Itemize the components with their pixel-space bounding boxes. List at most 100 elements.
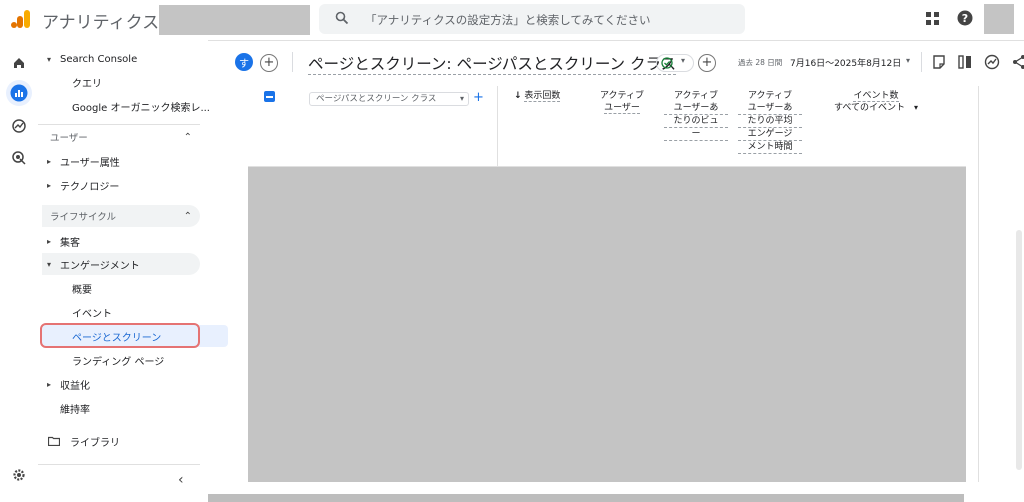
dropdown-caret-icon: ▾ (681, 56, 686, 65)
date-range[interactable]: 7月16日～2025年8月12日 (790, 56, 901, 69)
column-header-label: アクティブ (747, 91, 792, 101)
apps-grid-icon[interactable] (926, 12, 939, 25)
event-filter-value: すべてのイベント (834, 103, 906, 113)
sidebar-item-search-console[interactable]: ▾ Search Console (42, 48, 200, 70)
sidebar-section-lifecycle[interactable]: ライフサイクル ⌃ (42, 205, 200, 227)
select-all-checkbox[interactable] (264, 91, 275, 102)
expand-triangle-icon: ▸ (46, 156, 51, 166)
toolbar-divider (921, 52, 922, 72)
sidebar-divider (38, 124, 200, 125)
settings-gear-icon[interactable] (6, 462, 32, 488)
sidebar-item-google-organic[interactable]: Google オーガニック検索レ... (42, 95, 230, 117)
sidebar-item-label: ユーザー属性 (60, 157, 120, 169)
column-header-active-users[interactable]: アクティブ ユーザー (590, 90, 654, 114)
search-icon (335, 11, 349, 25)
share-icon[interactable] (1011, 54, 1024, 70)
date-dropdown-icon[interactable]: ▾ (906, 56, 910, 65)
check-circle-icon (661, 57, 673, 69)
home-icon[interactable] (6, 50, 32, 76)
svg-text:?: ? (962, 12, 968, 25)
sidebar-item-label: Google オーガニック検索レ... (72, 102, 210, 114)
sidebar-item-monetization[interactable]: ▸ 収益化 (42, 373, 200, 395)
sidebar-item-retention[interactable]: 維持率 (42, 397, 218, 419)
column-header-label: アクティブ (673, 91, 718, 101)
avatar[interactable] (984, 4, 1014, 34)
help-icon[interactable]: ? (957, 10, 973, 26)
sidebar-item-label: テクノロジー (60, 181, 120, 193)
expand-triangle-icon: ▸ (46, 180, 51, 190)
advertising-icon[interactable] (6, 145, 32, 171)
add-dimension-icon[interactable]: + (473, 90, 484, 105)
add-filter-icon[interactable]: + (698, 54, 716, 72)
compare-columns-icon[interactable] (957, 54, 973, 70)
sidebar-section-label: ライフサイクル (50, 212, 117, 223)
comparison-badge[interactable]: す (235, 53, 253, 71)
column-header-label: ー (664, 128, 728, 141)
folder-icon (48, 436, 60, 446)
event-filter-select[interactable]: すべてのイベント ▾ (826, 102, 926, 114)
sidebar-item-label: Search Console (60, 53, 138, 65)
column-header-event-count[interactable]: イベント数 すべてのイベント ▾ (826, 90, 926, 114)
expand-triangle-icon: ▸ (46, 236, 51, 246)
account-selector-redacted[interactable] (159, 5, 310, 35)
search-input[interactable]: 「アナリティクスの設定方法」と検索してみてください (319, 4, 745, 34)
vertical-scrollbar[interactable] (1016, 230, 1022, 470)
analytics-logo-icon[interactable] (10, 8, 32, 30)
sidebar-item-acquisition[interactable]: ▸ 集客 (42, 230, 200, 252)
reports-icon[interactable] (6, 80, 32, 106)
column-header-views-per-user[interactable]: アクティブ ユーザーあ たりのビュ ー (664, 90, 728, 141)
sidebar-item-overview[interactable]: 概要 (42, 277, 230, 299)
sidebar-item-engagement[interactable]: ▾ エンゲージメント (42, 253, 200, 275)
date-preset-label: 過去 28 日間 (738, 58, 783, 67)
dropdown-caret-icon: ▾ (913, 103, 918, 112)
column-header-label: エンゲージ (738, 128, 802, 141)
sidebar-item-label: 集客 (60, 237, 80, 249)
collapse-sidebar-chevron-icon[interactable]: ‹ (178, 472, 184, 488)
status-chip[interactable]: ▾ (656, 54, 694, 72)
header-divider (292, 52, 293, 72)
sidebar-item-label: ランディング ページ (72, 356, 165, 368)
chevron-up-icon: ⌃ (183, 131, 192, 143)
sidebar-item-user-attributes[interactable]: ▸ ユーザー属性 (42, 150, 200, 172)
column-header-label: メント時間 (738, 141, 802, 154)
sidebar-divider (38, 464, 200, 465)
sidebar-item-query[interactable]: クエリ (42, 71, 230, 93)
table-body-redacted (248, 167, 966, 482)
left-nav-rail (0, 40, 39, 502)
chevron-up-icon: ⌃ (183, 210, 192, 222)
column-header-label: たりの平均 (738, 115, 802, 128)
explore-icon[interactable] (6, 113, 32, 139)
dropdown-caret-icon: ▾ (459, 94, 464, 103)
horizontal-scrollbar[interactable] (208, 494, 964, 502)
sidebar-section-user[interactable]: ユーザー ⌃ (42, 126, 200, 148)
app-title: アナリティクス (42, 13, 160, 33)
column-divider (497, 86, 498, 166)
sidebar-item-label: ライブラリ (70, 437, 120, 449)
add-comparison-icon[interactable]: + (260, 54, 278, 72)
sidebar-item-landing-page[interactable]: ランディング ページ (42, 349, 230, 371)
dimension-select-value: ページパスとスクリーン クラス (316, 94, 437, 104)
insights-icon[interactable] (984, 54, 1000, 70)
sidebar-item-technology[interactable]: ▸ テクノロジー (42, 174, 200, 196)
column-header-avg-engagement-time[interactable]: アクティブ ユーザーあ たりの平均 エンゲージ メント時間 (738, 90, 802, 154)
sort-down-arrow-icon: ↓ (514, 91, 522, 101)
report-title: ページとスクリーン: ページパスとスクリーン クラス (308, 52, 677, 75)
column-header-label: イベント数 (853, 91, 899, 102)
column-header-label: ユーザーあ (664, 102, 728, 115)
sidebar-item-label: 概要 (72, 284, 92, 296)
sidebar-item-label: 維持率 (60, 404, 90, 416)
sidebar-item-events[interactable]: イベント (42, 301, 230, 323)
column-header-label: ユーザーあ (738, 102, 802, 115)
column-header-views[interactable]: ↓ 表示回数 (514, 90, 574, 102)
annotation-highlight-box (40, 323, 200, 348)
sidebar-item-library[interactable]: ライブラリ (42, 430, 206, 452)
sidebar-item-label: クエリ (72, 78, 102, 90)
search-placeholder: 「アナリティクスの設定方法」と検索してみてください (365, 13, 651, 27)
note-icon[interactable] (931, 54, 947, 70)
sidebar-item-label: イベント (72, 308, 112, 320)
dimension-select[interactable]: ページパスとスクリーン クラス ▾ (309, 92, 469, 106)
collapse-triangle-icon: ▾ (46, 54, 51, 64)
panel-divider (978, 86, 979, 482)
sidebar-item-label: 収益化 (60, 380, 90, 392)
collapse-triangle-icon: ▾ (46, 259, 51, 269)
